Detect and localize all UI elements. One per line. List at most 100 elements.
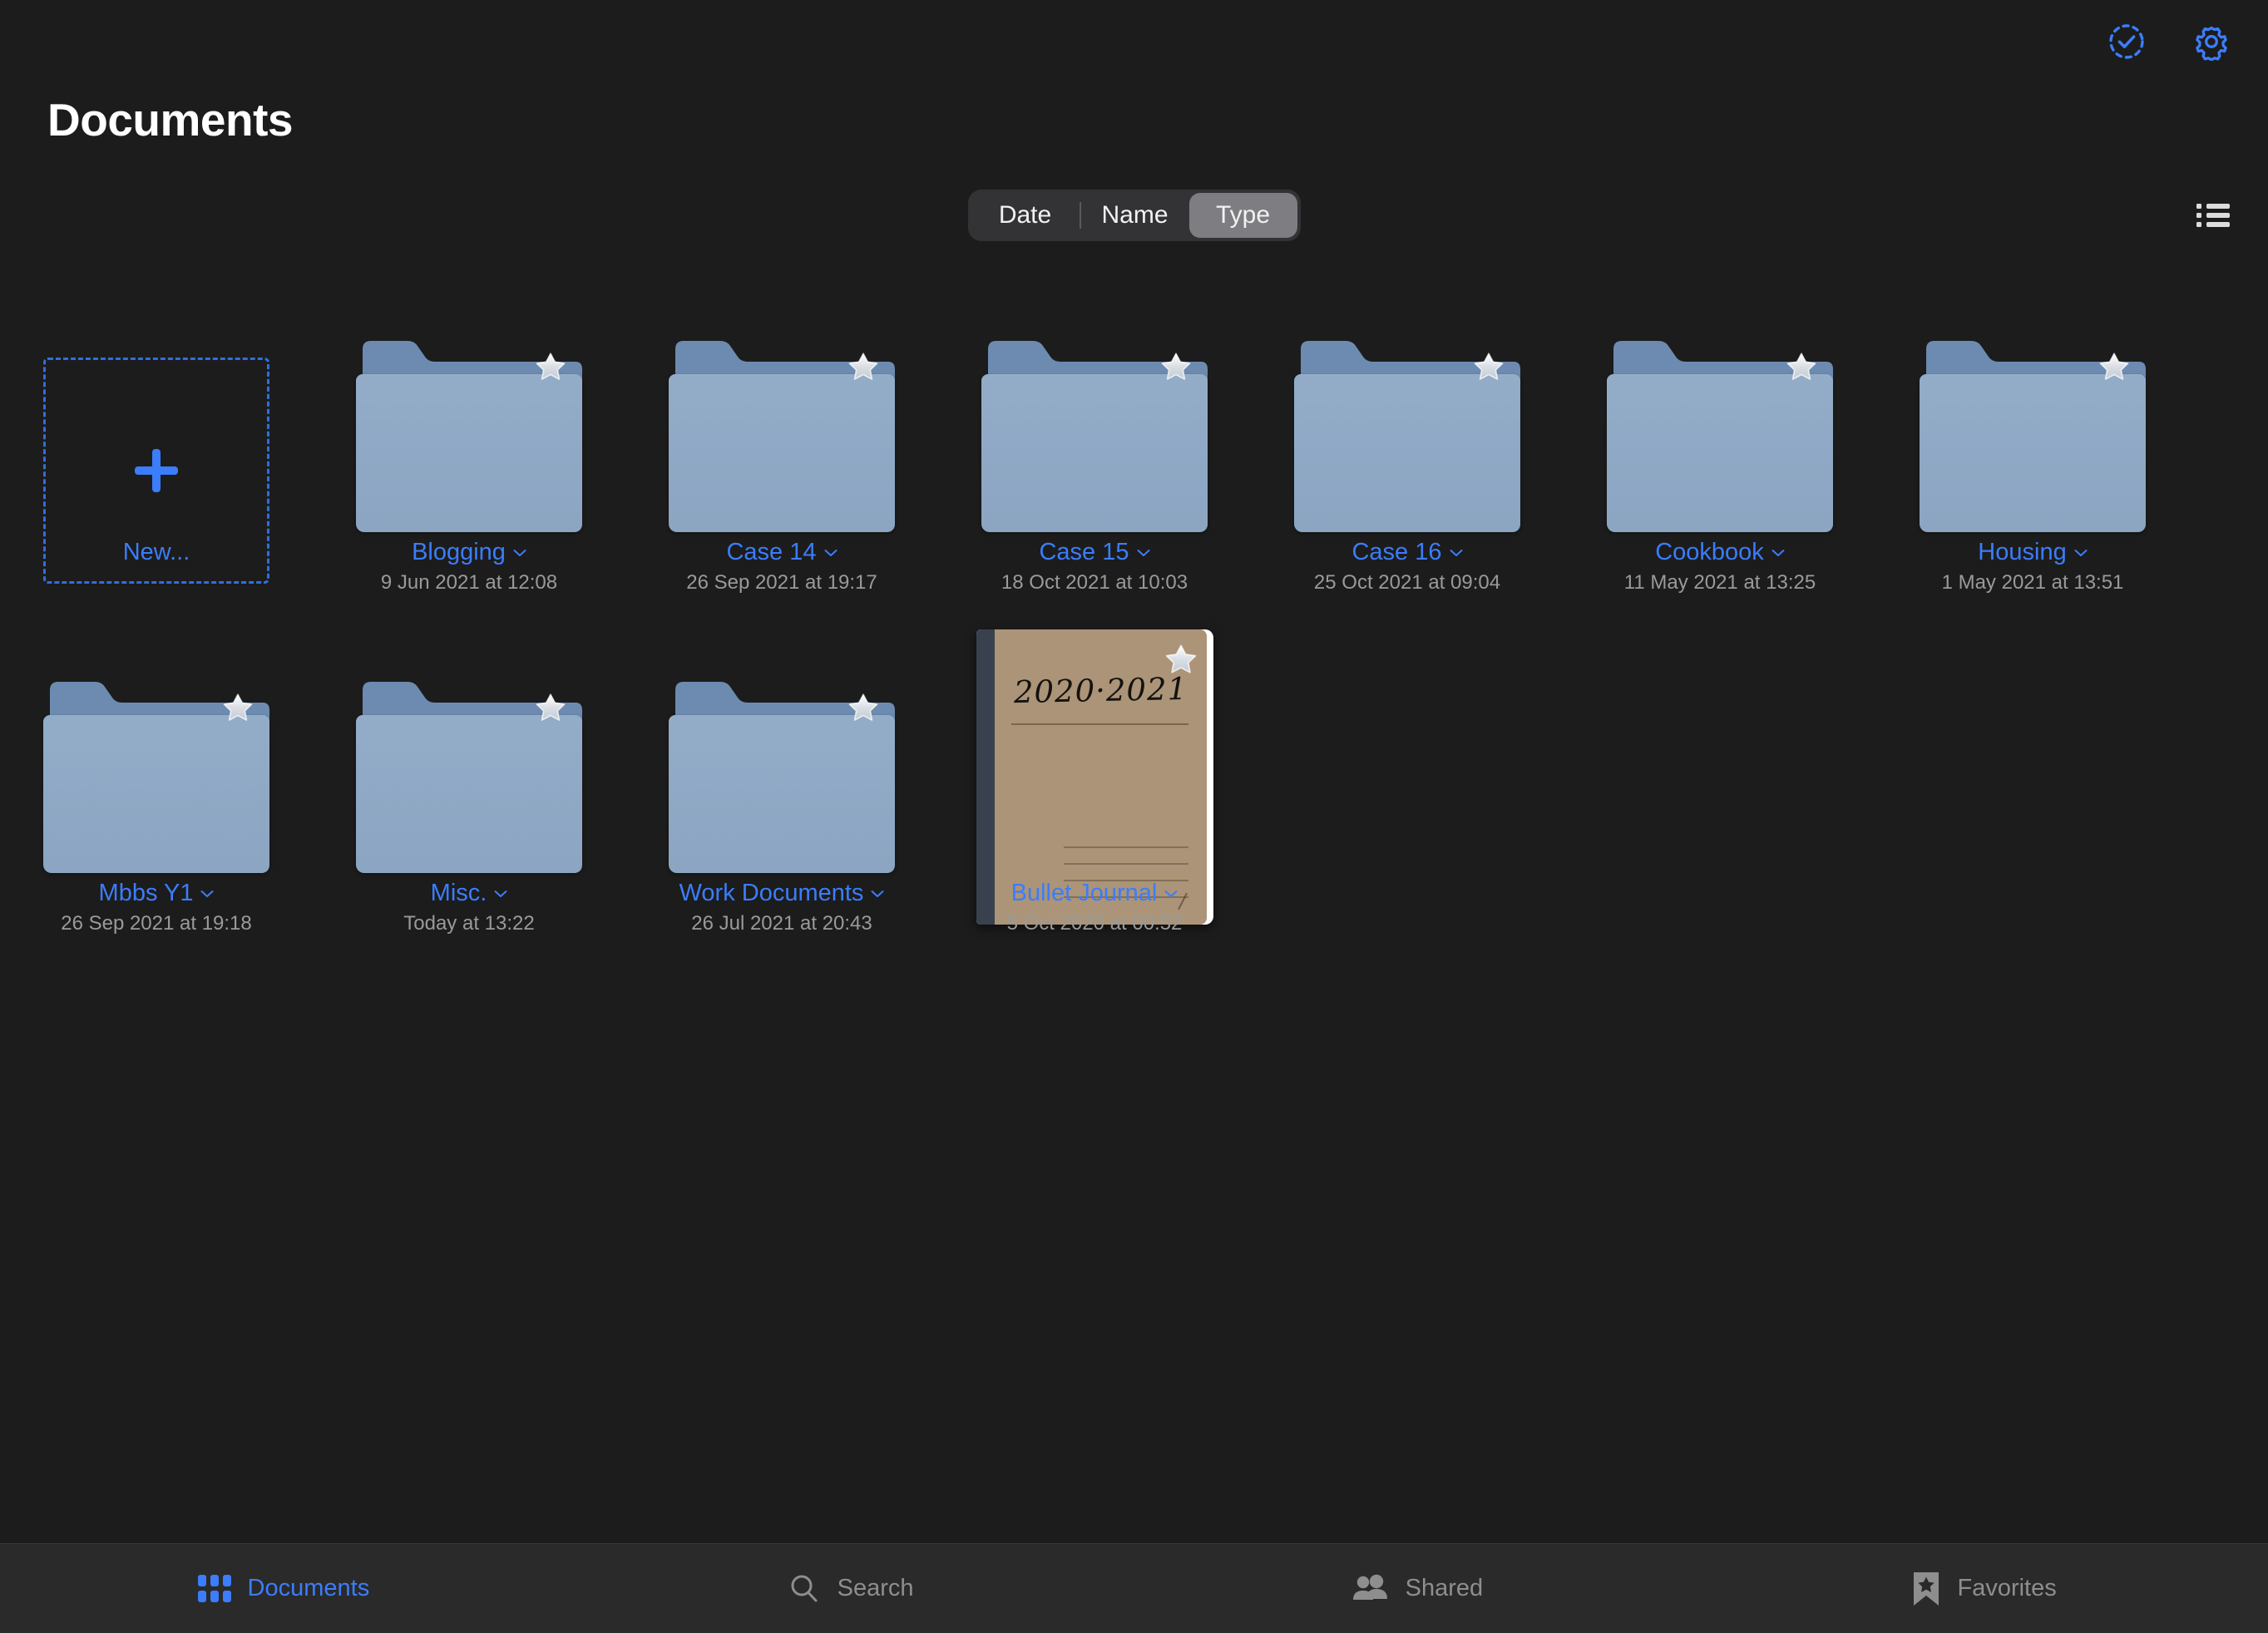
folder-tile[interactable] <box>669 339 895 532</box>
tab-documents[interactable]: Documents <box>0 1544 567 1633</box>
favorite-star-badge <box>534 692 567 725</box>
tab-favorites-label: Favorites <box>1957 1575 2057 1601</box>
tile-wrap <box>938 274 1251 532</box>
item-date: 5 Oct 2020 at 00:52 <box>1006 912 1183 935</box>
new-item-label-wrap: New... <box>0 539 313 566</box>
tab-search[interactable]: Search <box>567 1544 1134 1633</box>
tile-wrap <box>1876 274 2189 532</box>
grid-icon <box>197 1575 231 1602</box>
folder-tile[interactable] <box>1607 339 1833 532</box>
people-icon <box>1352 1574 1389 1604</box>
chevron-down-icon <box>2074 536 2088 556</box>
chevron-down-icon <box>1164 877 1178 897</box>
item-label-wrap: Misc. Today at 13:22 <box>313 880 625 935</box>
item-cell: Blogging 9 Jun 2021 at 12:08 <box>313 274 625 615</box>
item-name-label: Case 14 <box>726 539 817 565</box>
item-date: 11 May 2021 at 13:25 <box>1623 571 1816 594</box>
folder-tile[interactable] <box>669 680 895 873</box>
item-label-wrap: Blogging 9 Jun 2021 at 12:08 <box>313 539 625 594</box>
tile-wrap <box>625 274 938 532</box>
gear-icon <box>2196 26 2227 61</box>
list-view-icon <box>2196 204 2230 227</box>
tile-wrap <box>1564 274 1876 532</box>
folder-front-shape <box>356 374 582 532</box>
tile-wrap <box>1251 274 1564 532</box>
item-name-button[interactable]: Housing <box>1978 536 2088 566</box>
sort-option-date[interactable]: Date <box>971 193 1080 238</box>
new-item-label[interactable]: New... <box>0 539 313 566</box>
documents-grid: New... Blogging 9 Jun 2021 at 12:08 Case 1… <box>0 274 2268 956</box>
favorite-star-badge <box>1164 643 1198 678</box>
tile-wrap <box>0 615 313 873</box>
item-name-label: Housing <box>1978 539 2067 565</box>
sort-segmented-control[interactable]: Date Name Type <box>967 190 1301 241</box>
sort-option-type[interactable]: Type <box>1188 193 1297 238</box>
item-cell: Misc. Today at 13:22 <box>313 615 625 956</box>
item-name-button[interactable]: Work Documents <box>679 880 885 907</box>
item-name-label: Mbbs Y1 <box>98 880 194 906</box>
item-label-wrap: Bullet Journal 5 Oct 2020 at 00:52 <box>938 880 1251 935</box>
item-date: 18 Oct 2021 at 10:03 <box>1001 571 1188 594</box>
list-view-button[interactable] <box>2190 194 2236 237</box>
chevron-down-icon <box>871 877 884 897</box>
item-name-button[interactable]: Case 14 <box>726 539 837 566</box>
sort-option-name[interactable]: Name <box>1081 193 1189 238</box>
settings-button[interactable] <box>2188 18 2235 65</box>
top-bar-actions <box>2103 18 2235 65</box>
item-label-wrap: Case 16 25 Oct 2021 at 09:04 <box>1251 539 1564 594</box>
bottom-tab-bar: Documents Search Shared Favorites <box>0 1543 2268 1633</box>
item-name-button[interactable]: Case 16 <box>1351 539 1462 566</box>
dashed-circle-check-icon <box>2109 24 2144 59</box>
item-name-button[interactable]: Bullet Journal <box>1011 880 1178 907</box>
star-icon-4 <box>1786 353 1816 380</box>
item-label-wrap: Housing 1 May 2021 at 13:51 <box>1876 539 2189 594</box>
folder-tile[interactable] <box>1920 339 2146 532</box>
item-cell: Mbbs Y1 26 Sep 2021 at 19:18 <box>0 615 313 956</box>
item-name-button[interactable]: Misc. <box>431 880 508 907</box>
star-icon-0 <box>536 353 566 380</box>
item-name-label: Misc. <box>430 880 487 906</box>
item-name-button[interactable]: Blogging <box>412 539 526 566</box>
top-bar: Documents <box>0 0 2268 146</box>
star-icon-1 <box>848 353 878 380</box>
folder-tile[interactable] <box>356 339 582 532</box>
folder-front-shape <box>43 715 269 873</box>
favorite-star-badge <box>221 692 254 725</box>
folder-front-shape <box>669 715 895 873</box>
folder-tile[interactable] <box>43 680 269 873</box>
chevron-down-icon <box>824 536 838 556</box>
chevron-down-icon <box>494 877 507 897</box>
tab-shared[interactable]: Shared <box>1134 1544 1702 1633</box>
item-name-label: Blogging <box>412 539 506 565</box>
folder-front-shape <box>1607 374 1833 532</box>
item-name-button[interactable]: Mbbs Y1 <box>99 880 215 907</box>
item-name-button[interactable]: Cookbook <box>1655 539 1785 566</box>
item-date: 25 Oct 2021 at 09:04 <box>1313 571 1501 594</box>
select-mode-button[interactable] <box>2103 18 2150 65</box>
tile-wrap <box>313 274 625 532</box>
item-date: 9 Jun 2021 at 12:08 <box>380 571 558 594</box>
folder-tile[interactable] <box>981 339 1208 532</box>
item-label-wrap: Cookbook 11 May 2021 at 13:25 <box>1564 539 1876 594</box>
item-cell: 2020·2021 Bullet Journal 5 Oct 2020 at 00:… <box>938 615 1251 956</box>
tab-shared-label: Shared <box>1405 1575 1484 1601</box>
item-date: 26 Sep 2021 at 19:17 <box>686 571 877 594</box>
plus-icon <box>135 449 178 492</box>
item-name-button[interactable]: Case 15 <box>1039 539 1149 566</box>
chevron-down-icon <box>1450 536 1463 556</box>
folder-tile[interactable] <box>356 680 582 873</box>
tab-favorites[interactable]: Favorites <box>1701 1544 2268 1633</box>
item-date: 1 May 2021 at 13:51 <box>1941 571 2124 594</box>
folder-front-shape <box>1920 374 2146 532</box>
tab-search-label: Search <box>837 1575 914 1601</box>
tile-wrap <box>313 615 625 873</box>
new-tile-wrap <box>0 274 313 584</box>
folder-front-shape <box>669 374 895 532</box>
folder-tile[interactable] <box>1294 339 1520 532</box>
star-icon-5 <box>2099 353 2129 380</box>
favorite-star-badge <box>1785 351 1818 384</box>
item-cell: Case 14 26 Sep 2021 at 19:17 <box>625 274 938 615</box>
item-date: 26 Sep 2021 at 19:18 <box>61 912 252 935</box>
folder-front-shape <box>981 374 1208 532</box>
favorite-star-badge <box>847 351 880 384</box>
